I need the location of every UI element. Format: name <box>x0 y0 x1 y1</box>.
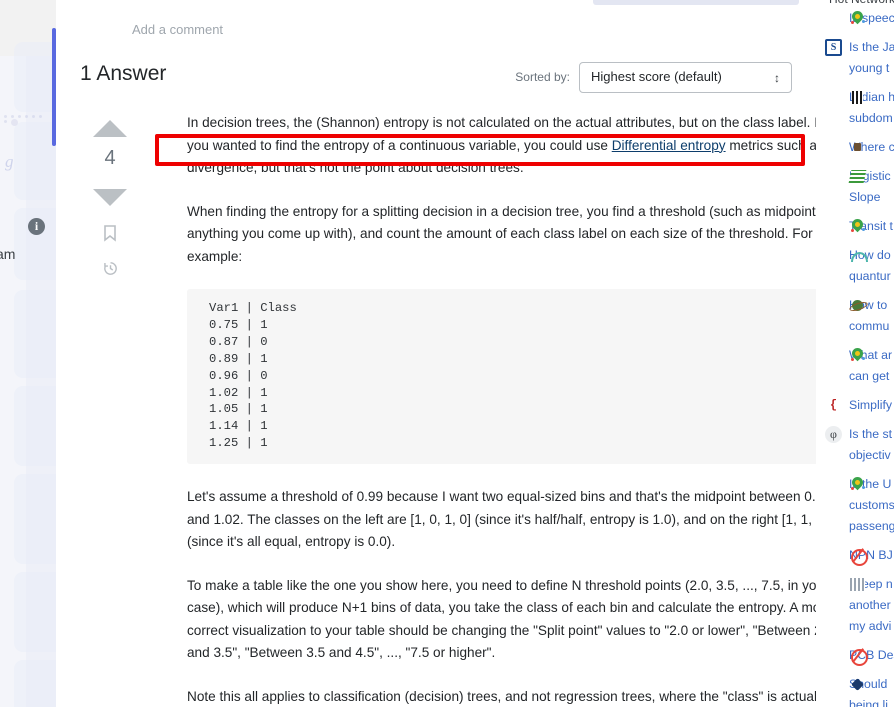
hot-question-item[interactable]: S Is the Ja young t <box>825 37 894 79</box>
hot-question-title: Simplify <box>849 398 893 412</box>
rail-dotted-line-icon <box>2 114 50 126</box>
hot-question-item[interactable]: Where c <box>825 137 894 158</box>
answer-body: In decision trees, the (Shannon) entropy… <box>187 112 847 707</box>
hot-question-item[interactable]: φ Is the st objectiv <box>825 424 894 466</box>
hot-question-item[interactable]: { } Simplify <box>825 395 894 416</box>
downvote-arrow-icon[interactable] <box>93 189 127 206</box>
rail-card <box>14 660 56 707</box>
hot-question-item[interactable]: How do quantur <box>825 245 894 287</box>
hot-question-item[interactable]: Lydian h subdom <box>825 87 894 129</box>
rail-card <box>14 474 56 564</box>
main-content-column: Add a comment 1 Answer Sorted by: Highes… <box>56 0 847 707</box>
hot-question-title: Is the st objectiv <box>849 427 893 462</box>
chevron-updown-icon: ↕ <box>774 71 780 85</box>
sort-selected-value: Highest score (default) <box>591 69 722 84</box>
hot-question-item[interactable]: Should being li <box>825 674 894 707</box>
hot-questions-list: Is speec S Is the Ja young t Lydian h subdo… <box>825 8 894 707</box>
stackexchange-answer-page: g i am Add a comment 1 Answer Sorted by:… <box>0 0 894 707</box>
answer-paragraph-3: Let's assume a threshold of 0.99 because… <box>187 489 843 550</box>
hot-question-item[interactable]: What ar can get <box>825 345 894 387</box>
bookmark-icon[interactable] <box>82 224 138 242</box>
page-title: 1 Answer <box>80 62 167 85</box>
hot-question-item[interactable]: Transit t <box>825 216 894 237</box>
rail-partial-text: am <box>0 246 16 262</box>
add-comment-link[interactable]: Add a comment <box>132 22 223 37</box>
sorted-by-label: Sorted by: <box>515 70 570 84</box>
answer-paragraph-1: In decision trees, the (Shannon) entropy… <box>187 112 847 180</box>
answer-paragraph-5: Note this all applies to classification … <box>187 688 838 704</box>
hot-question-item[interactable]: Is the U customs passeng <box>825 474 894 537</box>
japanese-language-icon: S <box>825 39 842 56</box>
hot-question-item[interactable]: I keep n another my advi <box>825 574 894 637</box>
comment-box-stub <box>593 0 799 5</box>
vote-count: 4 <box>104 147 116 169</box>
rail-decorative-glyph: g <box>5 152 14 171</box>
hot-question-item[interactable]: NPN BJ <box>825 545 894 566</box>
left-sidebar-rail: g i am <box>0 0 56 707</box>
revision-history-icon[interactable] <box>82 260 138 277</box>
code-braces-icon: { } <box>829 398 838 412</box>
hot-question-item[interactable]: How to commu <box>825 295 894 337</box>
rail-card <box>14 386 56 466</box>
vote-cell: 4 <box>82 118 138 277</box>
answers-header: 1 Answer Sorted by: Highest score (defau… <box>80 62 792 94</box>
hot-question-item[interactable]: Is speec <box>825 8 894 29</box>
differential-entropy-link[interactable]: Differential entropy <box>612 138 726 153</box>
hot-question-title: How do quantur <box>849 248 891 283</box>
hot-question-item[interactable]: PCB Des <box>825 645 894 666</box>
rail-card <box>14 122 56 200</box>
sort-answers-select[interactable]: Highest score (default) ↕ <box>579 62 792 93</box>
sidebar-heading: Hot Network Questions <box>829 0 894 6</box>
philosophy-phi-icon: φ <box>825 426 842 443</box>
upvote-arrow-icon[interactable] <box>93 120 127 137</box>
hot-network-questions-sidebar: Hot Network Questions Is speec S Is the Ja… <box>816 0 894 707</box>
answer-paragraph-2: When finding the entropy for a splitting… <box>187 203 832 264</box>
rail-card <box>14 572 56 652</box>
code-block: Var1 | Class 0.75 | 1 0.87 | 0 0.89 | 1 … <box>187 289 847 465</box>
answer-paragraph-4: To make a table like the one you show he… <box>187 577 834 661</box>
rail-card <box>14 42 56 112</box>
rail-card <box>14 290 56 378</box>
hot-question-item[interactable]: Logistic Slope <box>825 166 894 208</box>
code-block-content: Var1 | Class 0.75 | 1 0.87 | 0 0.89 | 1 … <box>209 301 297 451</box>
info-icon[interactable]: i <box>28 218 45 235</box>
hot-question-title: Is the Ja young t <box>849 40 894 75</box>
